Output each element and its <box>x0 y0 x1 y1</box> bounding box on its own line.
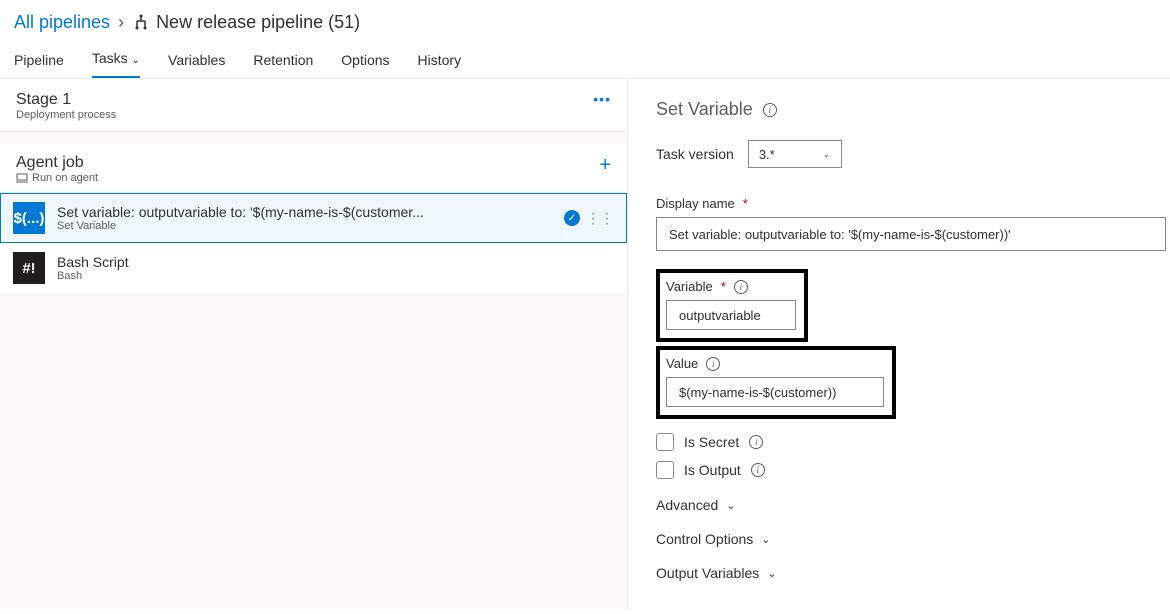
task-version-value: 3.* <box>759 147 775 162</box>
is-secret-checkbox[interactable] <box>656 433 674 451</box>
agent-subtitle-text: Run on agent <box>32 172 98 184</box>
task-set-variable-title: Set variable: outputvariable to: '$(my-n… <box>57 204 564 220</box>
advanced-section-toggle[interactable]: Advanced ⌄ <box>656 497 1170 513</box>
value-label: Value <box>666 356 698 371</box>
task-bash-script[interactable]: #! Bash Script Bash <box>0 243 627 293</box>
tab-tasks-label: Tasks <box>92 50 128 66</box>
is-output-row: Is Output i <box>656 461 1170 479</box>
content-split: Stage 1 Deployment process ••• Agent job… <box>0 79 1170 609</box>
add-task-button[interactable]: + <box>599 154 611 177</box>
value-input[interactable]: $(my-name-is-$(customer)) <box>666 377 884 407</box>
stage-more-button[interactable]: ••• <box>593 91 611 107</box>
advanced-label: Advanced <box>656 497 718 513</box>
variable-label: Variable <box>666 279 713 294</box>
value-field-highlight: Value i $(my-name-is-$(customer)) <box>656 346 896 419</box>
right-column: Set Variable i Task version 3.* ⌄ Displa… <box>628 79 1170 609</box>
info-icon[interactable]: i <box>706 357 720 371</box>
set-variable-icon: $(...) <box>13 202 45 234</box>
tab-variables[interactable]: Variables <box>168 52 225 78</box>
release-icon-svg <box>132 14 150 32</box>
chevron-down-icon: ⌄ <box>761 533 770 546</box>
control-options-section-toggle[interactable]: Control Options ⌄ <box>656 531 1170 547</box>
pipeline-name[interactable]: New release pipeline (51) <box>156 12 360 33</box>
chevron-down-icon: ⌄ <box>767 567 776 580</box>
chevron-down-icon: ⌄ <box>822 149 830 160</box>
drag-handle-icon[interactable]: ⋮⋮ <box>586 210 614 227</box>
is-output-label: Is Output <box>684 462 741 478</box>
stage-title: Stage 1 <box>16 91 116 109</box>
panel-title-text: Set Variable <box>656 99 753 120</box>
chevron-right-icon: › <box>118 12 124 33</box>
info-icon[interactable]: i <box>763 103 777 117</box>
tab-options[interactable]: Options <box>341 52 389 78</box>
variable-input[interactable]: outputvariable <box>666 300 796 330</box>
output-variables-section-toggle[interactable]: Output Variables ⌄ <box>656 565 1170 581</box>
tab-retention[interactable]: Retention <box>253 52 313 78</box>
tab-bar: Pipeline Tasks ⌄ Variables Retention Opti… <box>0 41 1170 79</box>
task-version-select[interactable]: 3.* ⌄ <box>748 140 842 168</box>
agent-icon <box>16 173 28 183</box>
left-column: Stage 1 Deployment process ••• Agent job… <box>0 79 628 609</box>
stage-subtitle: Deployment process <box>16 109 116 121</box>
tab-pipeline[interactable]: Pipeline <box>14 52 64 78</box>
info-icon[interactable]: i <box>734 280 748 294</box>
tab-history[interactable]: History <box>418 52 462 78</box>
release-pipeline-icon <box>132 14 150 32</box>
task-bash-subtitle: Bash <box>57 270 614 282</box>
output-variables-label: Output Variables <box>656 565 759 581</box>
task-version-label: Task version <box>656 146 734 162</box>
tab-tasks[interactable]: Tasks ⌄ <box>92 50 140 78</box>
is-secret-row: Is Secret i <box>656 433 1170 451</box>
required-marker: * <box>721 279 726 294</box>
chevron-down-icon: ⌄ <box>726 499 735 512</box>
info-icon[interactable]: i <box>751 463 765 477</box>
breadcrumb-root[interactable]: All pipelines <box>14 12 110 33</box>
task-valid-icon: ✓ <box>564 210 580 226</box>
stage-header[interactable]: Stage 1 Deployment process ••• <box>0 79 627 132</box>
agent-job-subtitle: Run on agent <box>16 172 98 184</box>
task-set-variable-subtitle: Set Variable <box>57 220 564 232</box>
control-options-label: Control Options <box>656 531 753 547</box>
is-output-checkbox[interactable] <box>656 461 674 479</box>
panel-title: Set Variable i <box>656 99 1170 120</box>
breadcrumb: All pipelines › New release pipeline (51… <box>0 0 1170 41</box>
chevron-down-icon: ⌄ <box>132 55 140 66</box>
display-name-label: Display name <box>656 196 735 211</box>
display-name-field: Display name * Set variable: outputvaria… <box>656 196 1170 251</box>
bash-icon: #! <box>13 252 45 284</box>
display-name-input[interactable]: Set variable: outputvariable to: '$(my-n… <box>656 217 1166 251</box>
agent-job-title: Agent job <box>16 154 98 172</box>
task-bash-title: Bash Script <box>57 254 614 270</box>
agent-job-row[interactable]: Agent job Run on agent + <box>0 144 627 193</box>
info-icon[interactable]: i <box>749 435 763 449</box>
required-marker: * <box>743 196 748 211</box>
task-set-variable[interactable]: $(...) Set variable: outputvariable to: … <box>0 193 627 243</box>
variable-field-highlight: Variable * i outputvariable <box>656 269 808 342</box>
task-version-row: Task version 3.* ⌄ <box>656 140 1170 168</box>
is-secret-label: Is Secret <box>684 434 739 450</box>
